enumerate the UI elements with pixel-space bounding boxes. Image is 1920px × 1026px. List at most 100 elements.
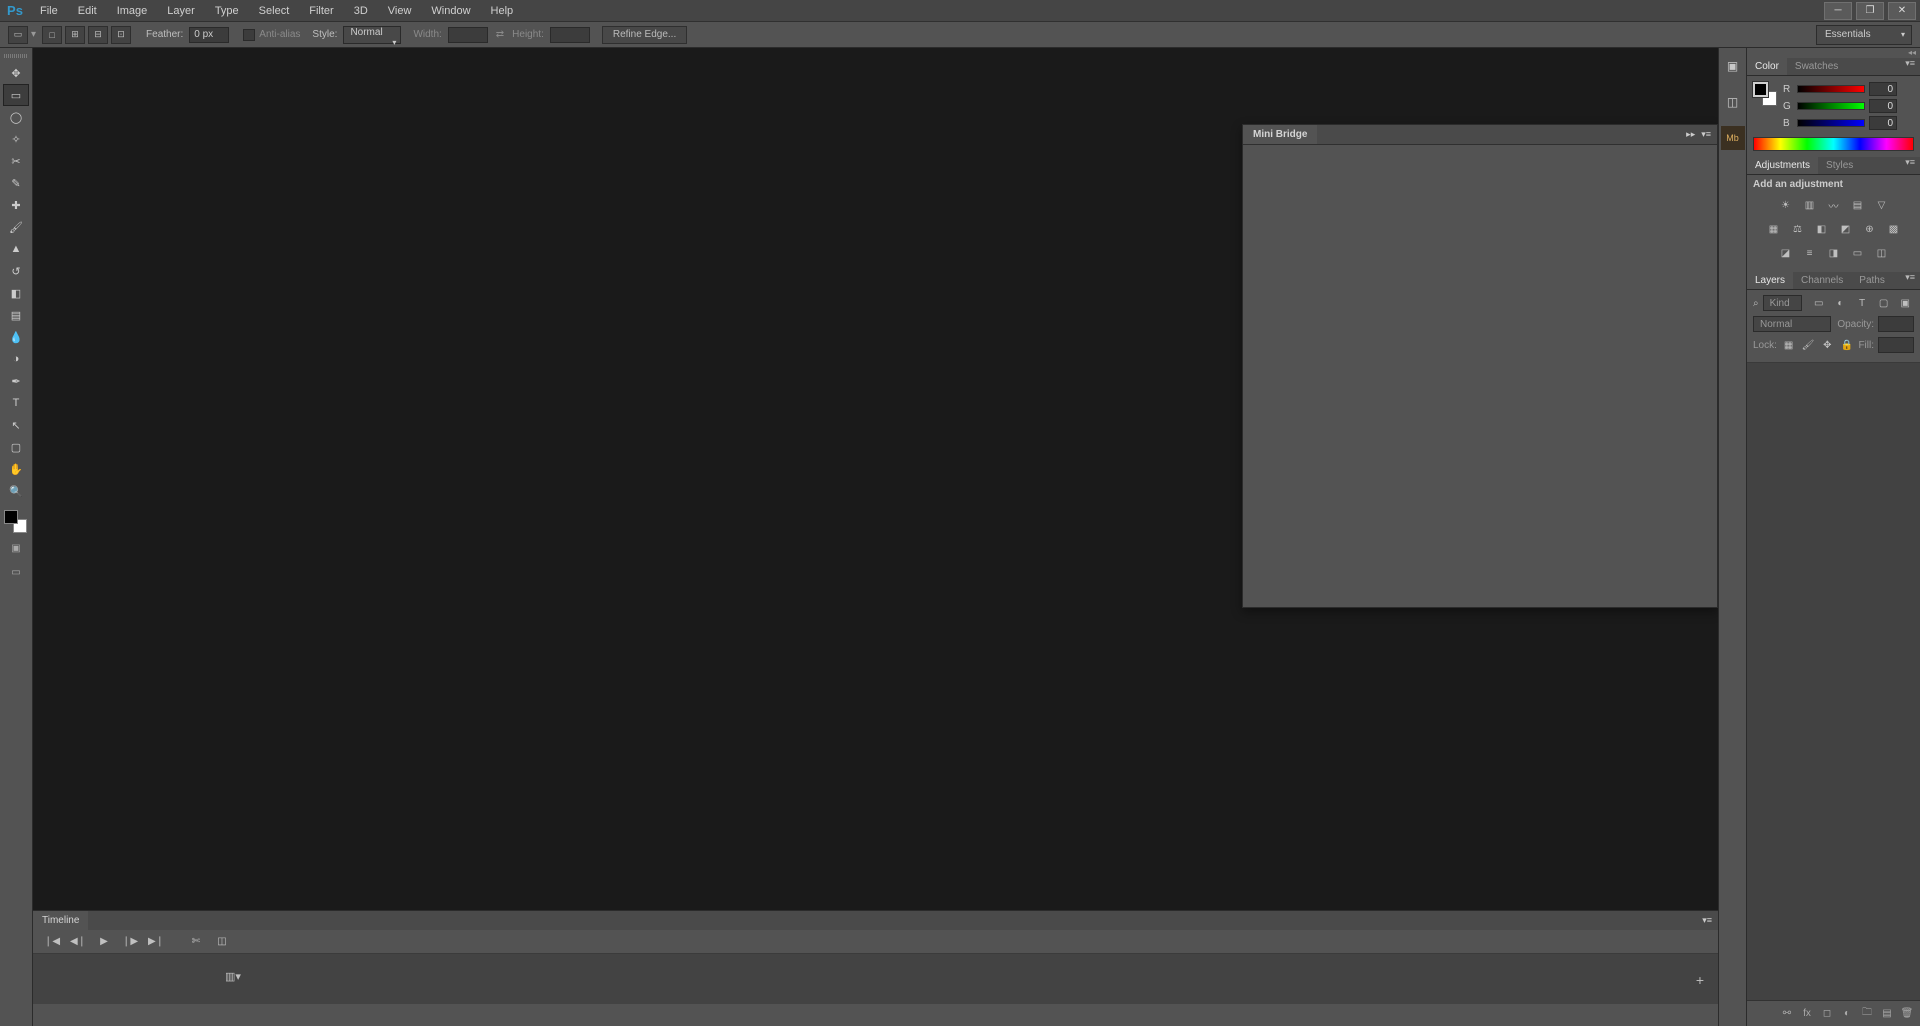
color-panel-menu-icon[interactable]: ▾≡ [1900, 58, 1920, 75]
tab-layers[interactable]: Layers [1747, 272, 1793, 289]
panels-collapse-icon[interactable]: ◂◂ [1747, 48, 1920, 58]
timeline-tab[interactable]: Timeline [33, 911, 88, 930]
adjustments-panel-menu-icon[interactable]: ▾≡ [1900, 157, 1920, 174]
timeline-first-icon[interactable]: ❘◀ [41, 933, 63, 951]
lock-all-icon[interactable]: 🔒 [1839, 336, 1854, 354]
style-select[interactable]: Normal [343, 26, 401, 44]
spectrum-bar[interactable] [1753, 137, 1914, 151]
tool-blur[interactable]: 💧 [3, 326, 29, 348]
canvas-area[interactable]: Mini Bridge ▸▸ ▾≡ Timeline ▾≡ ❘◀ ◀❘ ▶ ❘▶… [33, 48, 1718, 1026]
tool-stamp[interactable]: ▲ [3, 238, 29, 260]
tab-swatches[interactable]: Swatches [1787, 58, 1846, 75]
layers-list[interactable] [1747, 363, 1920, 1000]
tool-marquee[interactable]: ▭ [3, 84, 29, 106]
tool-type[interactable]: T [3, 392, 29, 414]
menu-select[interactable]: Select [249, 5, 300, 17]
menu-filter[interactable]: Filter [299, 5, 343, 17]
window-maximize[interactable]: ❐ [1856, 2, 1884, 20]
adj-selective-icon[interactable]: ◫ [1873, 244, 1891, 262]
window-minimize[interactable]: ─ [1824, 2, 1852, 20]
delete-layer-icon[interactable]: 🗑 [1900, 1007, 1914, 1021]
tool-move[interactable]: ✥ [3, 62, 29, 84]
tool-shape[interactable]: ▢ [3, 436, 29, 458]
timeline-play-icon[interactable]: ▶ [93, 933, 115, 951]
menu-view[interactable]: View [378, 5, 422, 17]
color-fg-swatch[interactable] [1753, 82, 1768, 97]
menu-file[interactable]: File [30, 5, 68, 17]
adj-brightness-icon[interactable]: ☀ [1777, 196, 1795, 214]
adj-balance-icon[interactable]: ⚖ [1789, 220, 1807, 238]
swap-dimensions-icon[interactable]: ⇄ [496, 29, 504, 40]
selection-subtract-icon[interactable]: ⊟ [88, 26, 108, 44]
tool-crop[interactable]: ✂ [3, 150, 29, 172]
feather-input[interactable] [189, 27, 229, 43]
adj-hue-icon[interactable]: ▦ [1765, 220, 1783, 238]
link-layers-icon[interactable]: ⚯ [1780, 1007, 1794, 1021]
dock-history-icon[interactable]: ▣ [1721, 54, 1745, 78]
height-input[interactable] [550, 27, 590, 43]
adj-bw-icon[interactable]: ◧ [1813, 220, 1831, 238]
filter-pixel-icon[interactable]: ▭ [1810, 294, 1828, 312]
dock-mb-icon[interactable]: Mb [1721, 126, 1745, 150]
slider-g[interactable] [1797, 102, 1865, 110]
selection-new-icon[interactable]: □ [42, 26, 62, 44]
menu-type[interactable]: Type [205, 5, 249, 17]
timeline-menu-small-icon[interactable]: ▥▾ [225, 970, 241, 983]
opacity-input[interactable] [1878, 316, 1914, 332]
layers-panel-menu-icon[interactable]: ▾≡ [1900, 272, 1920, 289]
dock-properties-icon[interactable]: ◫ [1721, 90, 1745, 114]
selection-intersect-icon[interactable]: ⊡ [111, 26, 131, 44]
timeline-tracks[interactable]: ▥▾ [33, 954, 1718, 1004]
marquee-tool-icon[interactable]: ▭ [8, 26, 28, 44]
tool-eraser[interactable]: ◧ [3, 282, 29, 304]
adj-threshold-icon[interactable]: ◨ [1825, 244, 1843, 262]
tool-history-brush[interactable]: ↺ [3, 260, 29, 282]
tool-healing[interactable]: ✚ [3, 194, 29, 216]
menu-edit[interactable]: Edit [68, 5, 107, 17]
adj-gradient-map-icon[interactable]: ▭ [1849, 244, 1867, 262]
tab-channels[interactable]: Channels [1793, 272, 1851, 289]
fill-input[interactable] [1878, 337, 1914, 353]
tab-adjustments[interactable]: Adjustments [1747, 157, 1818, 174]
panel-menu-icon[interactable]: ▾≡ [1701, 129, 1711, 140]
adj-curves-icon[interactable]: 〰 [1825, 196, 1843, 214]
timeline-last-icon[interactable]: ▶❘ [145, 933, 167, 951]
menu-layer[interactable]: Layer [157, 5, 205, 17]
lock-position-icon[interactable]: ✥ [1820, 336, 1835, 354]
panel-grip[interactable] [4, 54, 28, 58]
input-r[interactable] [1869, 82, 1897, 96]
filter-type-icon[interactable]: T [1853, 294, 1871, 312]
tab-color[interactable]: Color [1747, 58, 1787, 75]
timeline-prev-icon[interactable]: ◀❘ [67, 933, 89, 951]
tool-dodge[interactable]: ◑ [3, 348, 29, 370]
color-swatch-pair[interactable] [4, 510, 28, 534]
adj-mixer-icon[interactable]: ⊕ [1861, 220, 1879, 238]
collapse-icon[interactable]: ▸▸ [1686, 129, 1695, 140]
adj-invert-icon[interactable]: ◪ [1777, 244, 1795, 262]
layer-fx-icon[interactable]: fx [1800, 1007, 1814, 1021]
foreground-swatch[interactable] [4, 510, 18, 524]
layer-filter-kind[interactable]: Kind [1763, 295, 1802, 311]
mini-bridge-panel[interactable]: Mini Bridge ▸▸ ▾≡ [1242, 124, 1718, 608]
tool-hand[interactable]: ✋ [3, 458, 29, 480]
timeline-transition-icon[interactable]: ◫ [211, 933, 233, 951]
adj-exposure-icon[interactable]: ▤ [1849, 196, 1867, 214]
menu-3d[interactable]: 3D [344, 5, 378, 17]
refine-edge-button[interactable]: Refine Edge... [602, 26, 687, 44]
lock-transparency-icon[interactable]: ▦ [1781, 336, 1796, 354]
tool-gradient[interactable]: ▤ [3, 304, 29, 326]
filter-shape-icon[interactable]: ▢ [1875, 294, 1893, 312]
tool-brush[interactable]: 🖌 [3, 216, 29, 238]
tab-styles[interactable]: Styles [1818, 157, 1861, 174]
timeline-add-icon[interactable]: + [1696, 972, 1704, 988]
anti-alias-checkbox[interactable] [243, 29, 255, 41]
tool-wand[interactable]: ✧ [3, 128, 29, 150]
timeline-menu-icon[interactable]: ▾≡ [1696, 911, 1718, 930]
selection-add-icon[interactable]: ⊞ [65, 26, 85, 44]
mini-bridge-tab[interactable]: Mini Bridge [1243, 125, 1317, 144]
new-layer-icon[interactable]: ▤ [1880, 1007, 1894, 1021]
screen-mode-icon[interactable]: ▭ [3, 562, 29, 582]
blend-mode-select[interactable]: Normal [1753, 316, 1831, 332]
adj-vibrance-icon[interactable]: ▽ [1873, 196, 1891, 214]
tool-path[interactable]: ↖ [3, 414, 29, 436]
